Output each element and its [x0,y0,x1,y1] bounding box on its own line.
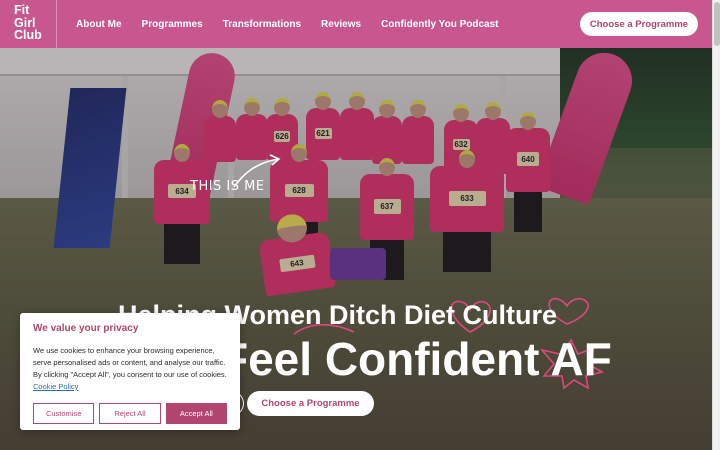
hero-choose-programme-button[interactable]: Choose a Programme [247,391,374,416]
cookie-title: We value your privacy [33,323,139,334]
logo-line: Fit [14,3,30,17]
nav-transformations[interactable]: Transformations [223,19,301,30]
hero-subheadline: Feel Confident AF [220,333,612,385]
cookie-actions: Customise Reject All Accept All [33,403,227,424]
cookie-policy-link[interactable]: Cookie Policy [33,382,78,391]
this-is-me-label: THIS IS ME [190,179,265,194]
logo-line: Club [14,28,42,42]
customise-button[interactable]: Customise [33,403,95,424]
accept-all-button[interactable]: Accept All [165,403,227,424]
nav-reviews[interactable]: Reviews [321,19,361,30]
page-scrollbar[interactable] [712,0,720,450]
nav-programmes[interactable]: Programmes [142,19,203,30]
cookie-text: We use cookies to enhance your browsing … [33,345,227,393]
nav-about-me[interactable]: About Me [76,19,122,30]
reject-all-button[interactable]: Reject All [99,403,161,424]
main-nav: About Me Programmes Transformations Revi… [76,19,499,30]
cookie-body: We use cookies to enhance your browsing … [33,346,227,379]
cookie-banner: We value your privacy We use cookies to … [20,313,240,430]
scrollbar-thumb[interactable] [714,2,720,46]
logo[interactable]: Fit Girl Club [0,0,57,48]
site-header: Fit Girl Club About Me Programmes Transf… [0,0,712,48]
choose-programme-button[interactable]: Choose a Programme [580,12,698,36]
nav-podcast[interactable]: Confidently You Podcast [381,19,498,30]
